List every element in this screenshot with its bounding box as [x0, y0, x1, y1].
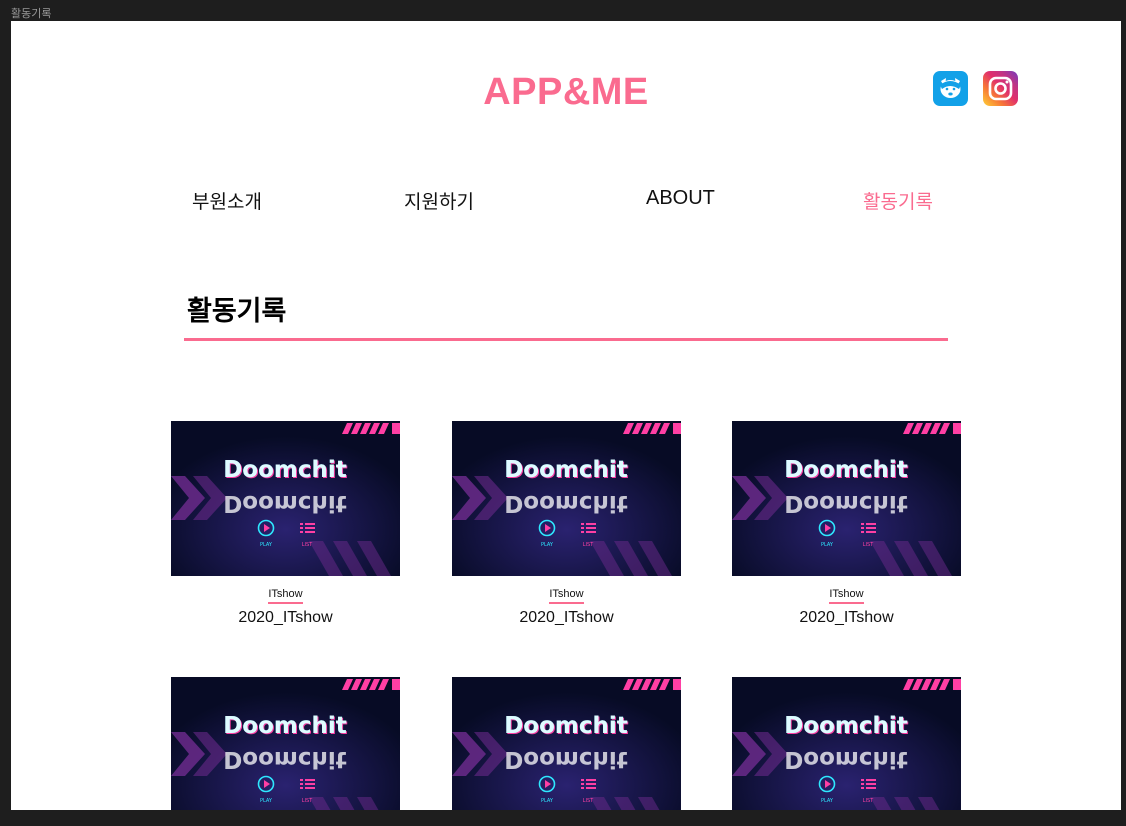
play-label: PLAY — [541, 798, 554, 804]
game-logo-reflection: Doomchit — [223, 490, 347, 516]
card-title[interactable]: 2020_ITshow — [171, 609, 400, 627]
play-label: PLAY — [260, 798, 273, 804]
page-title: 활동기록 — [187, 296, 287, 327]
card-tag: ITshow — [452, 588, 681, 604]
list-label: LIST — [302, 798, 313, 804]
nav-item-about[interactable]: ABOUT — [646, 187, 715, 210]
card-title[interactable]: 2020_ITshow — [732, 609, 961, 627]
card-thumbnail[interactable]: Doomchit Doomchit Doomchit Doomchit PLAY… — [732, 421, 961, 576]
instagram-icon — [988, 76, 1013, 101]
card-thumbnail[interactable]: Doomchit Doomchit Doomchit Doomchit PLAY… — [452, 677, 681, 810]
instagram-link[interactable] — [983, 71, 1018, 106]
list-label: LIST — [583, 798, 594, 804]
list-label: LIST — [863, 798, 874, 804]
card-title[interactable]: 2020_ITshow — [452, 609, 681, 627]
nav-item-members[interactable]: 부원소개 — [192, 187, 262, 214]
nav-item-activity[interactable]: 활동기록 — [863, 187, 933, 214]
title-divider — [184, 338, 948, 341]
card-tag: ITshow — [732, 588, 961, 604]
play-label: PLAY — [821, 798, 834, 804]
list-label: LIST — [302, 542, 313, 548]
play-label: PLAY — [821, 542, 834, 548]
game-logo-core: Doomchit — [784, 457, 908, 483]
list-label: LIST — [583, 542, 594, 548]
game-logo-core: Doomchit — [784, 713, 908, 739]
game-logo-reflection: Doomchit — [784, 490, 908, 516]
card-thumbnail[interactable]: Doomchit Doomchit Doomchit Doomchit PLAY… — [171, 421, 400, 576]
dog-face-icon — [940, 78, 961, 98]
game-logo-core: Doomchit — [504, 713, 628, 739]
game-logo-reflection: Doomchit — [504, 746, 628, 772]
card-thumbnail[interactable]: Doomchit Doomchit Doomchit Doomchit PLAY… — [171, 677, 400, 810]
window-title: 활동기록 — [11, 7, 52, 20]
dog-social-link[interactable] — [933, 71, 968, 106]
game-logo-core: Doomchit — [504, 457, 628, 483]
nav-item-apply[interactable]: 지원하기 — [404, 187, 474, 214]
game-logo-reflection: Doomchit — [784, 746, 908, 772]
play-label: PLAY — [541, 542, 554, 548]
card-thumbnail[interactable]: Doomchit Doomchit Doomchit Doomchit PLAY… — [452, 421, 681, 576]
card-tag: ITshow — [171, 588, 400, 604]
card-thumbnail[interactable]: Doomchit Doomchit Doomchit Doomchit PLAY… — [732, 677, 961, 810]
game-logo-reflection: Doomchit — [223, 746, 347, 772]
game-logo-core: Doomchit — [223, 713, 347, 739]
page: APP&ME 부원소개 지원하기 ABOUT 활동기록 활동기록 Doomchi… — [11, 21, 1121, 810]
play-label: PLAY — [260, 542, 273, 548]
list-label: LIST — [863, 542, 874, 548]
game-logo-core: Doomchit — [223, 457, 347, 483]
game-logo-reflection: Doomchit — [504, 490, 628, 516]
